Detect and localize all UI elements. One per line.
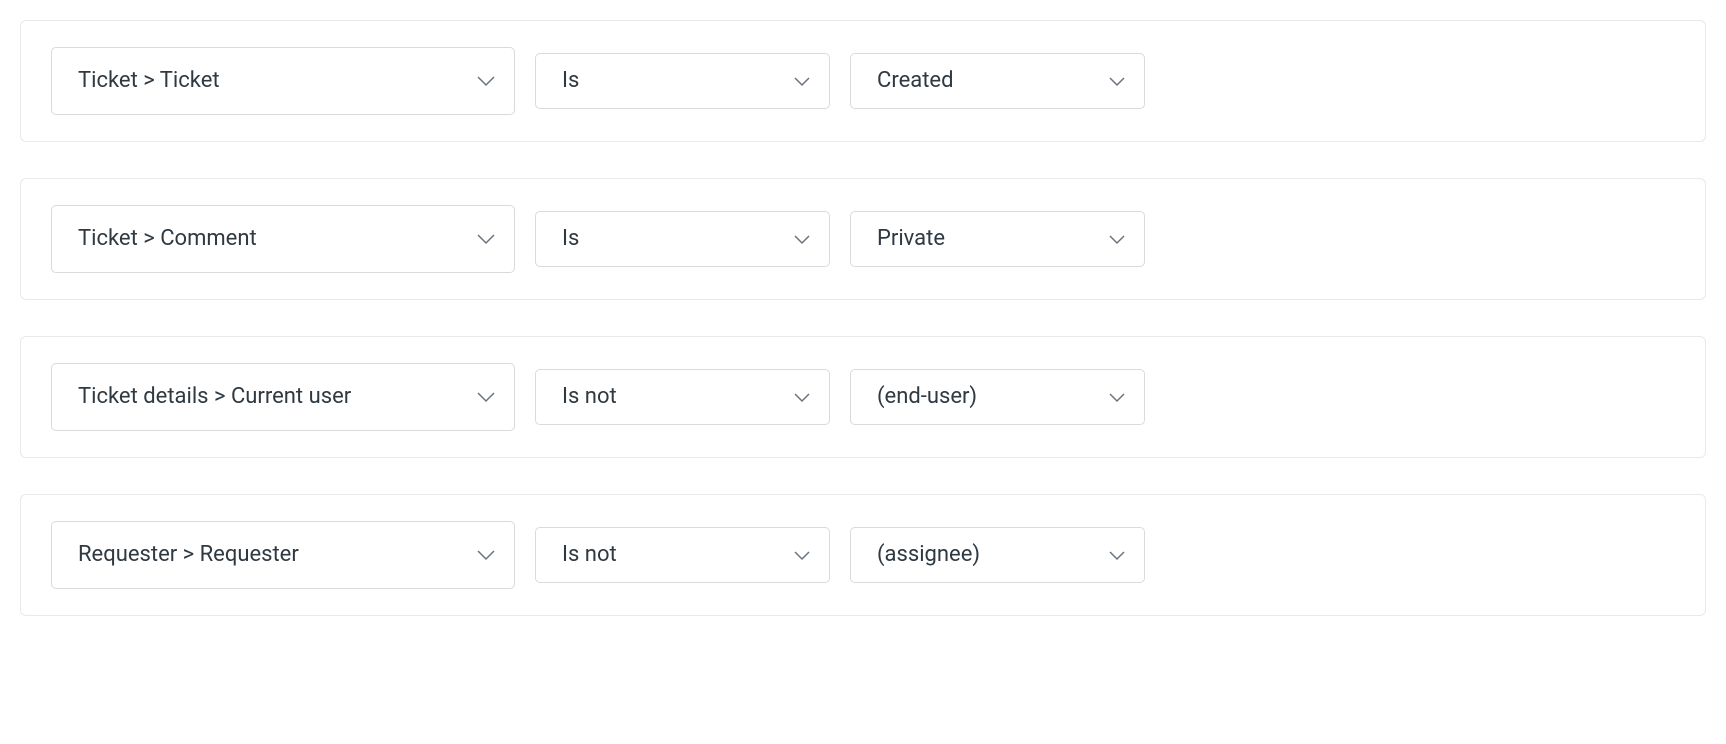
value-select[interactable]: (end-user) (850, 369, 1145, 425)
chevron-down-icon (476, 233, 496, 245)
condition-row: Ticket > Comment Is Private (20, 178, 1706, 300)
condition-row: Ticket > Ticket Is Created (20, 20, 1706, 142)
condition-inner: Ticket > Comment Is Private (51, 205, 1675, 273)
chevron-down-icon (1108, 550, 1126, 561)
condition-row: Ticket details > Current user Is not (en… (20, 336, 1706, 458)
field-select[interactable]: Requester > Requester (51, 521, 515, 589)
chevron-down-icon (1108, 76, 1126, 87)
value-select[interactable]: (assignee) (850, 527, 1145, 583)
chevron-down-icon (476, 549, 496, 561)
condition-row: Requester > Requester Is not (assignee) (20, 494, 1706, 616)
operator-select[interactable]: Is (535, 211, 830, 267)
field-select-label: Ticket > Comment (78, 226, 257, 252)
field-select-label: Requester > Requester (78, 542, 299, 568)
chevron-down-icon (793, 76, 811, 87)
chevron-down-icon (793, 550, 811, 561)
chevron-down-icon (793, 392, 811, 403)
condition-inner: Ticket > Ticket Is Created (51, 47, 1675, 115)
operator-select-label: Is not (562, 384, 617, 410)
chevron-down-icon (793, 234, 811, 245)
value-select[interactable]: Created (850, 53, 1145, 109)
value-select-label: Private (877, 226, 945, 252)
operator-select-label: Is (562, 68, 579, 94)
chevron-down-icon (1108, 392, 1126, 403)
operator-select-label: Is (562, 226, 579, 252)
field-select-label: Ticket details > Current user (78, 384, 351, 410)
value-select[interactable]: Private (850, 211, 1145, 267)
value-select-label: (end-user) (877, 384, 977, 410)
condition-inner: Ticket details > Current user Is not (en… (51, 363, 1675, 431)
chevron-down-icon (476, 75, 496, 87)
field-select[interactable]: Ticket > Comment (51, 205, 515, 273)
field-select-label: Ticket > Ticket (78, 68, 220, 94)
operator-select-label: Is not (562, 542, 617, 568)
conditions-container: Ticket > Ticket Is Created Tic (20, 20, 1706, 616)
field-select[interactable]: Ticket > Ticket (51, 47, 515, 115)
operator-select[interactable]: Is (535, 53, 830, 109)
chevron-down-icon (1108, 234, 1126, 245)
value-select-label: (assignee) (877, 542, 980, 568)
field-select[interactable]: Ticket details > Current user (51, 363, 515, 431)
value-select-label: Created (877, 68, 953, 94)
condition-inner: Requester > Requester Is not (assignee) (51, 521, 1675, 589)
chevron-down-icon (476, 391, 496, 403)
operator-select[interactable]: Is not (535, 369, 830, 425)
operator-select[interactable]: Is not (535, 527, 830, 583)
